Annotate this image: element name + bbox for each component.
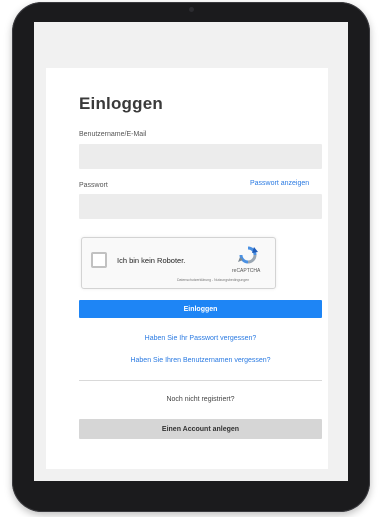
forgot-username-link[interactable]: Haben Sie Ihren Benutzernamen vergessen? — [79, 357, 322, 364]
recaptcha-checkbox-label: Ich bin kein Roboter. — [117, 256, 186, 265]
not-registered-text: Noch nicht registriert? — [166, 396, 235, 403]
show-password-link[interactable]: Passwort anzeigen — [250, 180, 309, 187]
recaptcha-brand: reCAPTCHA — [232, 268, 261, 274]
page-title: Einloggen — [79, 94, 163, 113]
recaptcha-checkbox[interactable] — [91, 252, 107, 268]
camera-dot — [189, 7, 194, 12]
login-button[interactable]: Einloggen — [79, 300, 322, 318]
recaptcha-privacy-terms[interactable]: Datenschutzerklärung - Nutzungsbedingung… — [177, 278, 249, 282]
recaptcha-widget: Ich bin kein Roboter. reCAPTCHA Datensch… — [81, 237, 276, 289]
recaptcha-logo-icon — [238, 246, 258, 264]
forgot-password-link[interactable]: Haben Sie Ihr Passwort vergessen? — [79, 335, 322, 342]
create-account-button[interactable]: Einen Account anlegen — [79, 419, 322, 439]
username-input[interactable] — [79, 144, 322, 169]
password-input[interactable] — [79, 194, 322, 219]
password-label: Passwort — [79, 182, 108, 189]
divider — [79, 380, 322, 381]
username-label: Benutzername/E-Mail — [79, 131, 147, 138]
